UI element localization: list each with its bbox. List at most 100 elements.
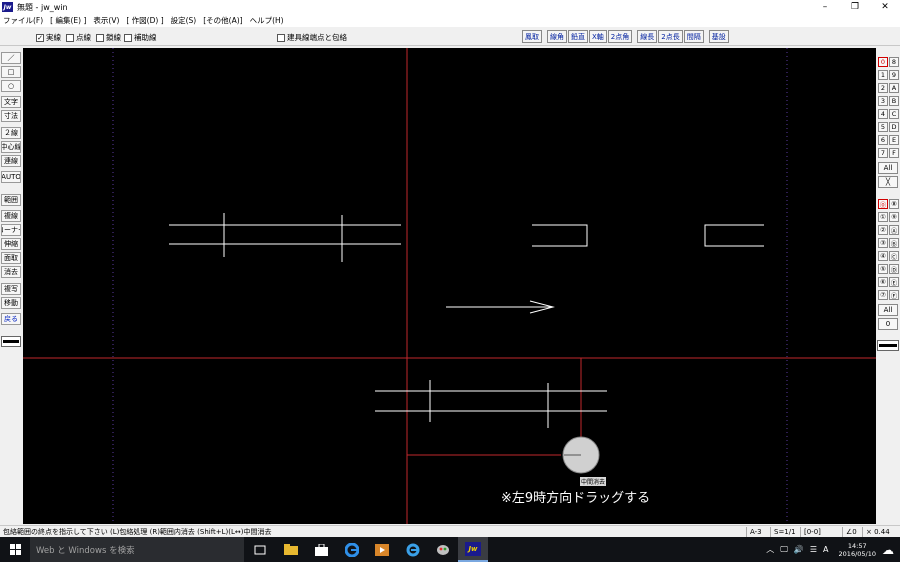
snap-button-1[interactable]: 線角 xyxy=(547,30,567,43)
minimize-button[interactable]: – xyxy=(810,0,840,14)
edge-browser-icon[interactable] xyxy=(343,541,361,558)
layer-group-5[interactable]: 5 xyxy=(878,122,888,132)
layer-2[interactable]: ② xyxy=(878,225,888,235)
layer-group-1[interactable]: 1 xyxy=(878,70,888,80)
layer-c[interactable]: Ⓒ xyxy=(889,251,899,261)
layer-group-c[interactable]: C xyxy=(889,109,899,119)
layer-group-all-button[interactable]: All xyxy=(878,162,898,174)
snap-button-3[interactable]: X軸 xyxy=(589,30,607,43)
snap-button-6[interactable]: 2点長 xyxy=(658,30,683,43)
fitting-checkbox[interactable] xyxy=(277,33,285,42)
layer-group-0[interactable]: 0 xyxy=(878,57,888,67)
layer-4[interactable]: ④ xyxy=(878,251,888,261)
tool-continuous-line[interactable]: 連線 xyxy=(1,155,21,167)
weather-cloud-icon[interactable]: ☁ xyxy=(882,543,894,557)
network-icon[interactable]: 🖵 xyxy=(780,545,788,555)
taskbar-search-box[interactable]: Web と Windows を検索 xyxy=(30,537,244,562)
layer-group-8[interactable]: 8 xyxy=(889,57,899,67)
media-player-icon[interactable] xyxy=(373,541,391,558)
aux-line-checkbox[interactable] xyxy=(124,33,132,42)
layer-group-d[interactable]: D xyxy=(889,122,899,132)
tray-chevron-icon[interactable]: ︿ xyxy=(766,544,774,555)
maximize-button[interactable]: ❐ xyxy=(840,0,870,14)
tool-stretch[interactable]: 伸縮 xyxy=(1,238,21,250)
tool-corner[interactable]: コーナー xyxy=(1,224,21,236)
clock[interactable]: 14:57 2016/05/10 xyxy=(839,542,876,558)
dotted-line-checkbox[interactable] xyxy=(66,33,74,42)
file-explorer-icon[interactable] xyxy=(282,541,300,558)
tool-circle[interactable]: ○ xyxy=(1,80,21,92)
menu-settings[interactable]: 設定(S) xyxy=(171,15,197,26)
notification-icon[interactable]: ☰ xyxy=(810,545,817,554)
aux-line-option[interactable]: 補助線 xyxy=(124,32,157,43)
layer-5[interactable]: ⑤ xyxy=(878,264,888,274)
snap-button-7[interactable]: 間隔 xyxy=(683,30,704,43)
layer-3[interactable]: ③ xyxy=(878,238,888,248)
layer-group-a[interactable]: A xyxy=(889,83,899,93)
solid-line-checkbox[interactable]: ✓ xyxy=(36,33,44,42)
tool-double-line[interactable]: ２線 xyxy=(1,127,21,139)
layer-f[interactable]: Ⓕ xyxy=(889,290,899,300)
line-type-indicator[interactable] xyxy=(1,336,21,347)
fitting-option[interactable]: 建具線端点と包絡 xyxy=(277,32,347,43)
paint-icon[interactable] xyxy=(434,541,452,558)
tool-rectangle[interactable]: □ xyxy=(1,66,21,78)
tool-text[interactable]: 文字 xyxy=(1,96,21,108)
paper-size[interactable]: A-3 xyxy=(746,527,765,537)
menu-help[interactable]: ヘルプ(H) xyxy=(250,15,284,26)
tool-undo[interactable]: 戻る xyxy=(1,313,21,325)
jw-cad-taskbar-button[interactable]: Jw xyxy=(458,537,488,562)
layer-1[interactable]: ① xyxy=(878,212,888,222)
layer-9[interactable]: ⑨ xyxy=(889,212,899,222)
layer-display[interactable]: [0-0] xyxy=(800,527,824,537)
layer-group-b[interactable]: B xyxy=(889,96,899,106)
menu-view[interactable]: 表示(V) xyxy=(93,15,119,26)
tool-erase[interactable]: 消去 xyxy=(1,266,21,278)
start-button[interactable] xyxy=(0,537,30,562)
layer-0[interactable]: ⓪ xyxy=(878,199,888,209)
snap-button-4[interactable]: 2点角 xyxy=(607,30,633,43)
dotted-line-option[interactable]: 点線 xyxy=(66,32,91,43)
scale-display[interactable]: S=1/1 xyxy=(770,527,799,537)
menu-file[interactable]: ファイル(F) xyxy=(3,15,43,26)
layer-d[interactable]: Ⓓ xyxy=(889,264,899,274)
tool-chamfer[interactable]: 面取 xyxy=(1,252,21,264)
layer-8[interactable]: ⑧ xyxy=(889,199,899,209)
layer-group-f[interactable]: F xyxy=(889,148,899,158)
tool-auto[interactable]: AUTO xyxy=(1,171,21,183)
line-color-indicator[interactable] xyxy=(877,340,899,351)
layer-group-2[interactable]: 2 xyxy=(878,83,888,93)
zoom-display[interactable]: × 0.44 xyxy=(862,527,893,537)
layer-all-button[interactable]: All xyxy=(878,304,898,316)
store-icon[interactable] xyxy=(312,541,330,558)
volume-icon[interactable]: 🔊 xyxy=(794,545,804,554)
menu-draw[interactable]: [ 作図(D) ] xyxy=(126,15,163,26)
snap-button-2[interactable]: 鉛直 xyxy=(568,30,588,43)
menu-edit[interactable]: [ 編集(E) ] xyxy=(50,15,86,26)
layer-group-clear-button[interactable]: ╳ xyxy=(878,176,898,188)
layer-6[interactable]: ⑥ xyxy=(878,277,888,287)
layer-zero-button[interactable]: 0 xyxy=(878,318,898,330)
layer-a[interactable]: Ⓐ xyxy=(889,225,899,235)
tool-line[interactable]: ／ xyxy=(1,52,21,64)
close-button[interactable]: ✕ xyxy=(870,0,900,14)
layer-b[interactable]: Ⓑ xyxy=(889,238,899,248)
chain-line-option[interactable]: 鎖線 xyxy=(96,32,121,43)
layer-7[interactable]: ⑦ xyxy=(878,290,888,300)
snap-button-5[interactable]: 線長 xyxy=(637,30,658,43)
chain-line-checkbox[interactable] xyxy=(96,33,104,42)
ime-indicator[interactable]: A xyxy=(823,545,828,554)
drawing-canvas[interactable]: 中間消去 ※左9時方向ドラッグする xyxy=(23,48,876,524)
menu-other[interactable]: [その他(A)] xyxy=(203,15,242,26)
angle-display[interactable]: ∠0 xyxy=(842,527,860,537)
layer-group-7[interactable]: 7 xyxy=(878,148,888,158)
task-view-icon[interactable] xyxy=(251,541,269,558)
snap-button-8[interactable]: 基設 xyxy=(708,30,729,43)
tool-move[interactable]: 移動 xyxy=(1,297,21,309)
tool-range[interactable]: 範囲 xyxy=(1,194,21,206)
layer-e[interactable]: Ⓔ xyxy=(889,277,899,287)
tool-center-line[interactable]: 中心線 xyxy=(1,141,21,153)
layer-group-9[interactable]: 9 xyxy=(889,70,899,80)
tool-copy[interactable]: 複写 xyxy=(1,283,21,295)
snap-button-0[interactable]: 鳳取 xyxy=(522,30,542,43)
